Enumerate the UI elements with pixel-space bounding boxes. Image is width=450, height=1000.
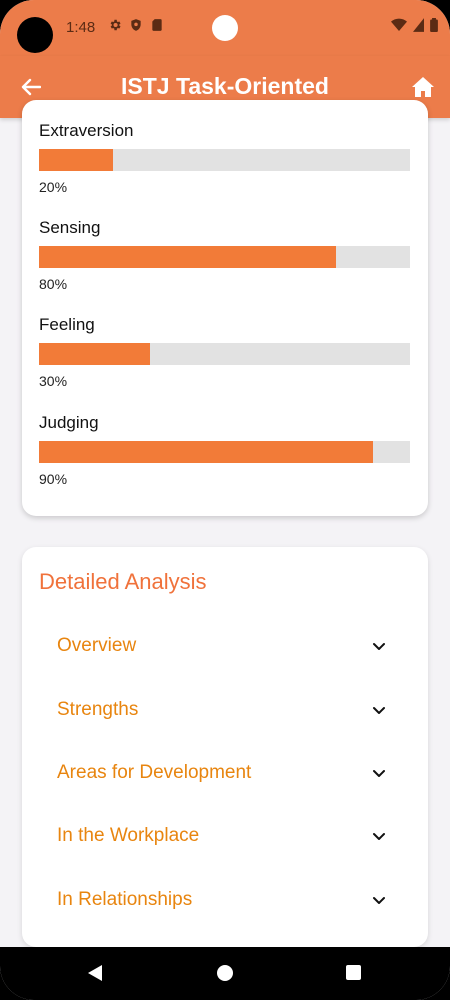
nav-back-triangle-icon[interactable]	[86, 964, 104, 982]
chevron-down-icon	[373, 833, 385, 840]
status-right-icons	[391, 18, 438, 32]
accordion-strengths[interactable]: Strengths	[57, 690, 387, 730]
trait-progress-bar	[39, 149, 410, 171]
chevron-down-icon	[373, 643, 385, 650]
accordion-label: Overview	[57, 635, 137, 656]
trait-judging: Judging 90%	[39, 413, 411, 487]
chevron-down-icon	[373, 770, 385, 777]
battery-icon	[430, 18, 438, 32]
settings-gear-icon	[110, 19, 121, 31]
trait-label: Judging	[39, 413, 99, 432]
signal-icon	[413, 18, 424, 32]
status-bar: 1:48	[0, 0, 450, 56]
trait-progress-bar	[39, 343, 410, 365]
page-title: ISTJ Task-Oriented	[121, 73, 329, 99]
chevron-down-icon	[373, 707, 385, 714]
traits-card: Extraversion 20% Sensing 80% Feeling 30%…	[22, 100, 428, 516]
trait-extraversion: Extraversion 20%	[39, 121, 411, 195]
trait-sensing: Sensing 80%	[39, 218, 411, 292]
accordion-label: In the Workplace	[57, 825, 200, 846]
trait-percentage: 90%	[39, 471, 68, 487]
camera-cutout	[17, 17, 53, 53]
accordion-label: Areas for Development	[57, 762, 252, 783]
section-title: Detailed Analysis	[39, 569, 207, 594]
status-time: 1:48	[66, 19, 96, 36]
trait-percentage: 30%	[39, 373, 68, 389]
trait-percentage: 20%	[39, 179, 68, 195]
camera-dot	[212, 15, 238, 41]
accordion-label: Strengths	[57, 699, 139, 720]
trait-label: Sensing	[39, 218, 101, 237]
accordion-in-the-workplace[interactable]: In the Workplace	[57, 816, 387, 856]
accordion-label: In Relationships	[57, 889, 193, 910]
status-icons	[108, 18, 164, 32]
chevron-down-icon	[373, 897, 385, 904]
trait-progress-fill	[39, 149, 114, 171]
detailed-analysis-card: Detailed Analysis Overview Strengths Are…	[22, 547, 428, 947]
trait-progress-bar	[39, 441, 410, 463]
trait-label: Feeling	[39, 315, 95, 334]
nav-home-circle-icon[interactable]	[217, 965, 233, 981]
shield-icon	[131, 19, 141, 31]
accordion-overview[interactable]: Overview	[57, 626, 387, 666]
home-button[interactable]	[410, 74, 436, 100]
nav-recents-square-icon[interactable]	[346, 965, 361, 980]
trait-feeling: Feeling 30%	[39, 315, 411, 389]
sd-card-icon	[152, 19, 162, 31]
wifi-icon	[391, 18, 407, 31]
trait-progress-fill	[39, 343, 151, 365]
accordion-areas-for-development[interactable]: Areas for Development	[57, 753, 387, 793]
trait-progress-fill	[39, 246, 336, 268]
phone-screen: 1:48 ISTJ Task-Oriented Extraversion 20%…	[0, 0, 450, 1000]
system-navigation-bar	[0, 947, 450, 1000]
trait-progress-fill	[39, 441, 373, 463]
accordion-in-relationships[interactable]: In Relationships	[57, 880, 387, 920]
home-icon	[412, 77, 434, 97]
trait-percentage: 80%	[39, 276, 68, 292]
trait-label: Extraversion	[39, 121, 134, 140]
trait-progress-bar	[39, 246, 410, 268]
